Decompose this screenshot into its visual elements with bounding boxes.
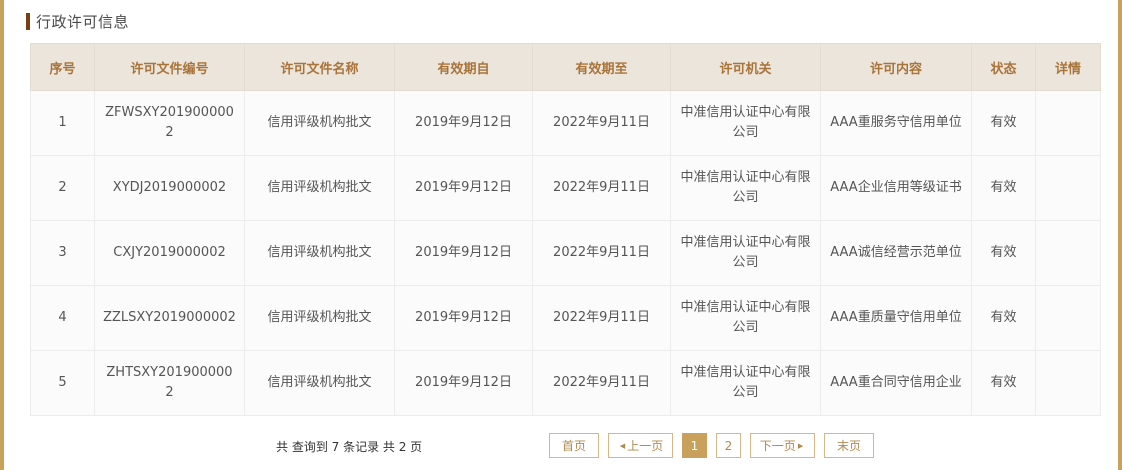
cell-license-name: 信用评级机构批文 — [244, 220, 395, 286]
cell-license-number: XYDJ2019000002 — [94, 155, 245, 221]
license-table: 序号 许可文件编号 许可文件名称 有效期自 有效期至 许可机关 许可内容 状态 … — [30, 43, 1101, 416]
cell-valid-to: 2022年9月11日 — [532, 350, 671, 416]
cell-index: 5 — [30, 350, 95, 416]
col-header-content: 许可内容 — [820, 43, 972, 91]
col-header-authority: 许可机关 — [670, 43, 821, 91]
cell-authority: 中准信用认证中心有限公司 — [670, 155, 821, 221]
pagination: 共 查询到 7 条记录 共 2 页 首页 ◀ 上一页 1 2 下一页 ▶ 末页 — [4, 433, 1122, 459]
cell-details — [1035, 90, 1101, 156]
col-header-valid-to: 有效期至 — [532, 43, 671, 91]
page-number: 1 — [690, 438, 699, 453]
col-header-status: 状态 — [971, 43, 1036, 91]
cell-license-name: 信用评级机构批文 — [244, 155, 395, 221]
cell-status: 有效 — [971, 285, 1036, 351]
cell-index: 1 — [30, 90, 95, 156]
record-count-text: 共 查询到 7 条记录 共 2 页 — [276, 440, 423, 454]
cell-license-name: 信用评级机构批文 — [244, 350, 395, 416]
last-page-button[interactable]: 末页 — [824, 433, 874, 458]
cell-content: AAA诚信经营示范单位 — [820, 220, 972, 286]
page-2-button[interactable]: 2 — [716, 433, 741, 458]
cell-content: AAA企业信用等级证书 — [820, 155, 972, 221]
cell-index: 2 — [30, 155, 95, 221]
col-header-valid-from: 有效期自 — [394, 43, 533, 91]
cell-authority: 中准信用认证中心有限公司 — [670, 350, 821, 416]
first-page-button[interactable]: 首页 — [549, 433, 599, 458]
table-row: 4 ZZLSXY2019000002 信用评级机构批文 2019年9月12日 2… — [30, 285, 1101, 351]
first-page-label: 首页 — [561, 439, 586, 453]
cell-details — [1035, 155, 1101, 221]
next-page-label: 下一页 — [759, 439, 796, 453]
cell-license-name: 信用评级机构批文 — [244, 285, 395, 351]
cell-valid-to: 2022年9月11日 — [532, 220, 671, 286]
cell-license-number: ZFWSXY2019000002 — [94, 90, 245, 156]
cell-valid-from: 2019年9月12日 — [394, 90, 533, 156]
panel-frame: 行政许可信息 序号 许可文件编号 许可文件名称 有效期自 有效期至 许可机关 许… — [0, 0, 1122, 470]
table-row: 5 ZHTSXY2019000002 信用评级机构批文 2019年9月12日 2… — [30, 350, 1101, 416]
cell-details — [1035, 350, 1101, 416]
cell-valid-to: 2022年9月11日 — [532, 155, 671, 221]
next-page-button[interactable]: 下一页 ▶ — [750, 433, 815, 458]
table-row: 2 XYDJ2019000002 信用评级机构批文 2019年9月12日 202… — [30, 155, 1101, 221]
cell-valid-to: 2022年9月11日 — [532, 285, 671, 351]
cell-content: AAA重服务守信用单位 — [820, 90, 972, 156]
cell-authority: 中准信用认证中心有限公司 — [670, 90, 821, 156]
prev-page-label: 上一页 — [627, 439, 664, 453]
cell-license-name: 信用评级机构批文 — [244, 90, 395, 156]
col-header-details: 详情 — [1035, 43, 1101, 91]
cell-license-number: CXJY2019000002 — [94, 220, 245, 286]
triangle-left-icon: ◀ — [619, 441, 626, 450]
cell-valid-from: 2019年9月12日 — [394, 285, 533, 351]
cell-status: 有效 — [971, 350, 1036, 416]
prev-page-button[interactable]: ◀ 上一页 — [608, 433, 673, 458]
title-marker — [26, 12, 30, 30]
cell-valid-from: 2019年9月12日 — [394, 155, 533, 221]
cell-content: AAA重合同守信用企业 — [820, 350, 972, 416]
table-row: 3 CXJY2019000002 信用评级机构批文 2019年9月12日 202… — [30, 220, 1101, 286]
cell-authority: 中准信用认证中心有限公司 — [670, 285, 821, 351]
triangle-right-icon: ▶ — [797, 441, 804, 450]
cell-status: 有效 — [971, 90, 1036, 156]
cell-content: AAA重质量守信用单位 — [820, 285, 972, 351]
table-header-row: 序号 许可文件编号 许可文件名称 有效期自 有效期至 许可机关 许可内容 状态 … — [30, 43, 1101, 91]
cell-details — [1035, 285, 1101, 351]
section-title: 行政许可信息 — [36, 12, 130, 31]
table-row: 1 ZFWSXY2019000002 信用评级机构批文 2019年9月12日 2… — [30, 90, 1101, 156]
cell-authority: 中准信用认证中心有限公司 — [670, 220, 821, 286]
cell-valid-from: 2019年9月12日 — [394, 220, 533, 286]
col-header-license-number: 许可文件编号 — [94, 43, 245, 91]
cell-details — [1035, 220, 1101, 286]
cell-license-number: ZZLSXY2019000002 — [94, 285, 245, 351]
cell-status: 有效 — [971, 155, 1036, 221]
page-number: 2 — [724, 438, 733, 453]
page-1-button[interactable]: 1 — [682, 433, 707, 458]
cell-license-number: ZHTSXY2019000002 — [94, 350, 245, 416]
cell-index: 3 — [30, 220, 95, 286]
section-header: 行政许可信息 — [26, 8, 129, 34]
cell-valid-to: 2022年9月11日 — [532, 90, 671, 156]
col-header-license-name: 许可文件名称 — [244, 43, 395, 91]
cell-status: 有效 — [971, 220, 1036, 286]
cell-index: 4 — [30, 285, 95, 351]
last-page-label: 末页 — [836, 439, 861, 453]
cell-valid-from: 2019年9月12日 — [394, 350, 533, 416]
col-header-index: 序号 — [30, 43, 95, 91]
